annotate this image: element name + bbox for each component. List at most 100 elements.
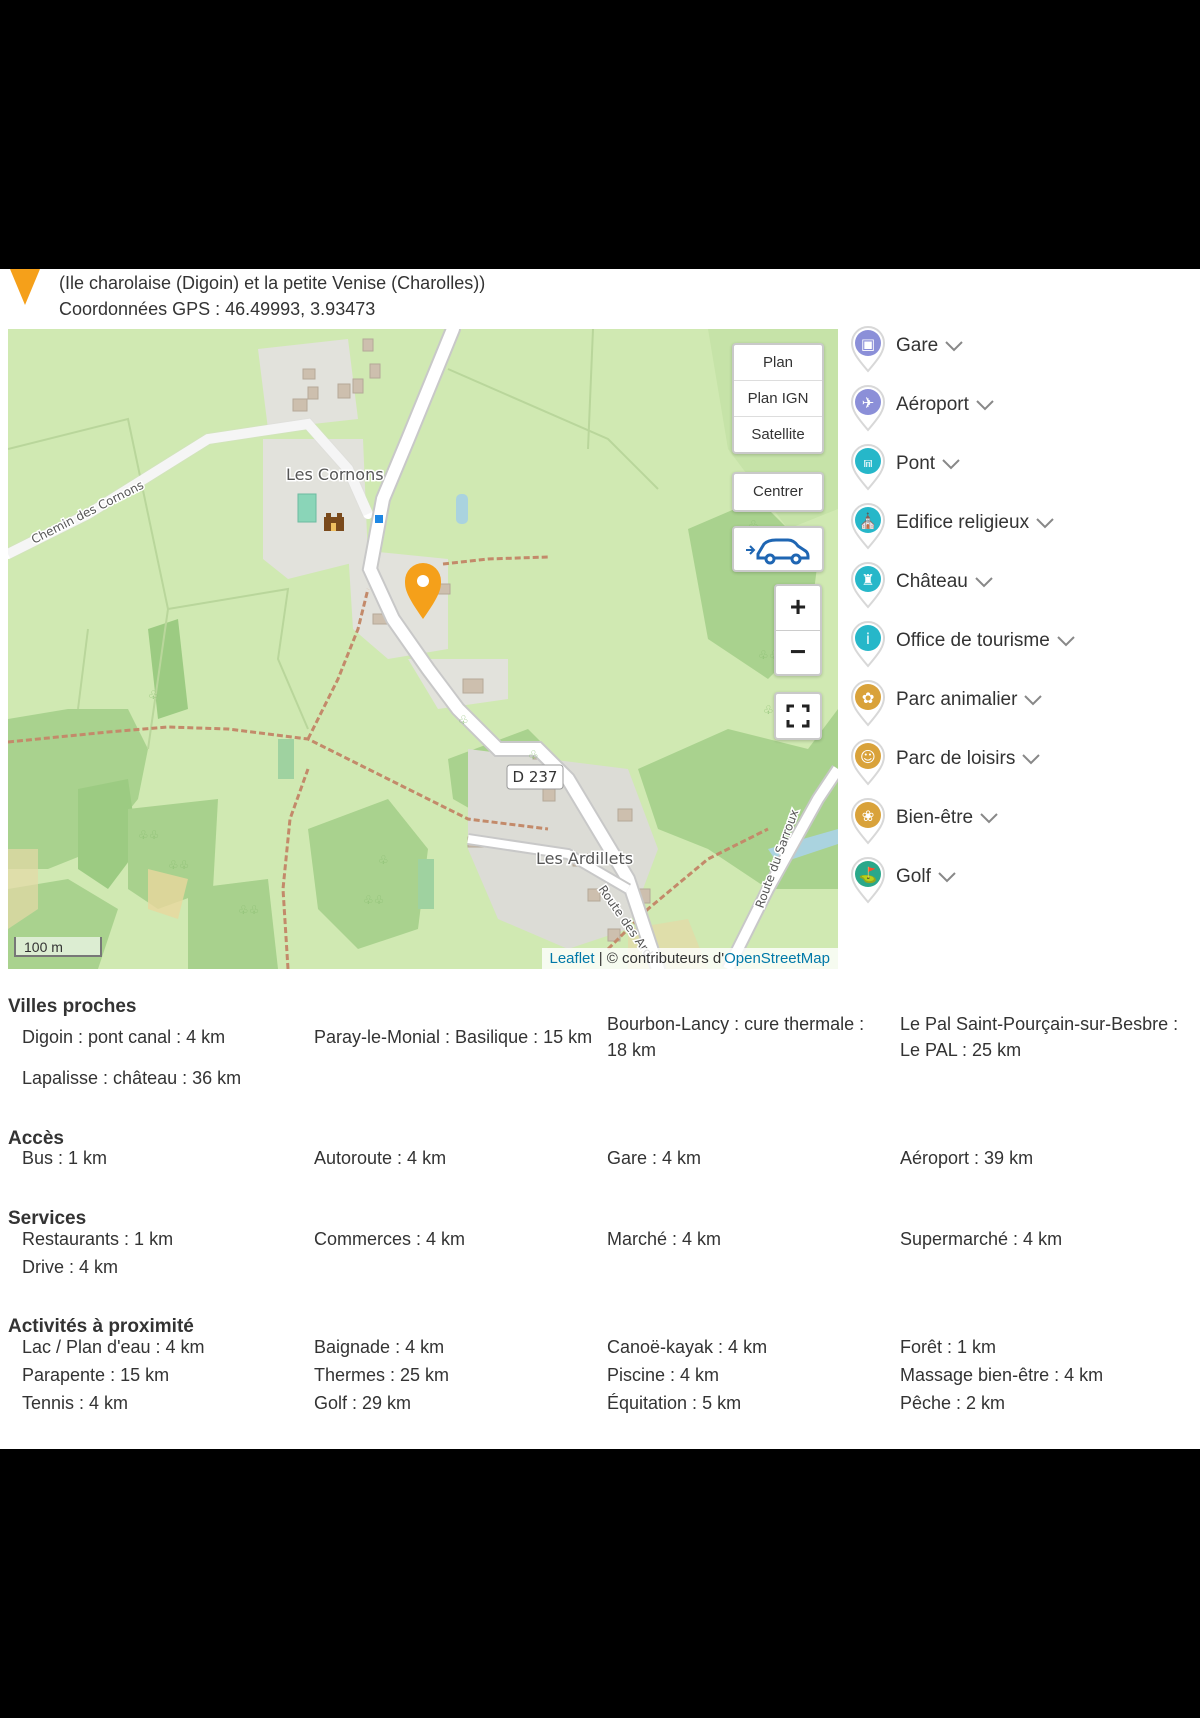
list-item: Digoin : pont canal : 4 km <box>22 1027 226 1047</box>
svg-text:♧♧: ♧♧ <box>238 903 260 917</box>
list-item: Le PAL : 25 km <box>900 1040 1022 1060</box>
ev-charging-button[interactable] <box>732 526 824 572</box>
list-item: Bourbon-Lancy : cure thermale : <box>607 1014 865 1034</box>
svg-text:✿: ✿ <box>862 689 875 707</box>
chevron-down-icon <box>1024 695 1043 706</box>
svg-text:♧♧: ♧♧ <box>138 828 160 842</box>
electric-car-icon <box>746 538 810 565</box>
svg-text:⩎: ⩎ <box>864 453 872 471</box>
zoom-control: + − <box>774 584 822 676</box>
map-tiles[interactable]: ♧♧♧♧♧♧ ♧♧♧♧ ♧♧♧♧ ♧♧ Les Cornons Les Ardi… <box>8 329 838 969</box>
list-item: Équitation : 5 km <box>607 1393 742 1413</box>
poi-category-7[interactable]: ☺ Parc de loisirs <box>850 738 1180 788</box>
gps-coordinates: Coordonnées GPS : 46.49993, 3.93473 <box>59 299 376 319</box>
list-item: Commerces : 4 km <box>314 1229 466 1249</box>
poi-category-5[interactable]: i Office de tourisme <box>850 620 1180 670</box>
road-shield-d237: D 237 <box>506 764 564 790</box>
fullscreen-button[interactable] <box>774 692 822 740</box>
svg-text:♧: ♧ <box>458 713 469 727</box>
poi-category-label: Office de tourisme <box>896 630 1050 651</box>
zoom-out-button[interactable]: − <box>776 631 820 675</box>
list-item: Bus : 1 km <box>22 1148 108 1168</box>
list-item: Autoroute : 4 km <box>314 1148 447 1168</box>
layer-satellite[interactable]: Satellite <box>734 417 822 452</box>
svg-text:♧♧: ♧♧ <box>363 893 385 907</box>
chevron-down-icon <box>980 813 998 824</box>
poi-category-1[interactable]: ✈ Aéroport <box>850 384 1180 434</box>
list-item: Pêche : 2 km <box>900 1393 1006 1413</box>
lotus-icon: ❀ <box>850 798 886 845</box>
svg-text:i: i <box>866 630 870 648</box>
address-block: (Ile charolaise (Digoin) et la petite Ve… <box>59 270 485 322</box>
list-item: Forêt : 1 km <box>900 1337 997 1357</box>
svg-text:☺: ☺ <box>860 748 876 766</box>
svg-text:♧: ♧ <box>148 688 159 702</box>
svg-text:✈: ✈ <box>862 394 875 412</box>
chevron-down-icon <box>1057 636 1075 647</box>
poi-category-2[interactable]: ⩎ Pont <box>850 443 1180 493</box>
layer-switcher: Plan Plan IGN Satellite <box>732 343 824 454</box>
svg-text:▣: ▣ <box>861 335 875 353</box>
chevron-down-icon <box>975 577 993 588</box>
poi-category-label: Golf <box>896 866 931 887</box>
svg-text:♧: ♧ <box>763 703 774 717</box>
fullscreen-icon <box>786 704 810 728</box>
list-item: Lapalisse : château : 36 km <box>22 1068 242 1088</box>
golf-icon: ⛳ <box>850 857 886 904</box>
zoom-in-button[interactable]: + <box>776 586 820 631</box>
smiley-icon: ☺ <box>850 739 886 786</box>
poi-category-4[interactable]: ♜ Château <box>850 561 1180 611</box>
poi-category-3[interactable]: ⛪ Edifice religieux <box>850 502 1180 552</box>
poi-category-label: Gare <box>896 335 939 356</box>
layer-plan[interactable]: Plan <box>734 345 822 381</box>
list-item: Drive : 4 km <box>22 1257 119 1277</box>
map-attribution: Leaflet | © contributeurs d'OpenStreetMa… <box>541 948 838 969</box>
list-item: Canoë-kayak : 4 km <box>607 1337 768 1357</box>
list-item: Restaurants : 1 km <box>22 1229 174 1249</box>
chevron-down-icon <box>1036 518 1054 529</box>
poi-category-label: Bien-être <box>896 807 974 828</box>
map-scale: 100 m <box>14 937 102 957</box>
poi-category-label: Parc de loisirs <box>896 748 1016 769</box>
svg-text:❀: ❀ <box>862 807 875 825</box>
center-button[interactable]: Centrer <box>732 472 824 512</box>
svg-text:♧: ♧ <box>378 853 389 867</box>
list-item: Paray-le-Monial : Basilique : 15 km <box>314 1027 593 1047</box>
leaflet-link[interactable]: Leaflet <box>550 950 595 967</box>
svg-text:⛪: ⛪ <box>859 511 878 530</box>
poi-category-9[interactable]: ⛳ Golf <box>850 856 1180 906</box>
info-icon: i <box>850 621 886 668</box>
list-item: Aéroport : 39 km <box>900 1148 1034 1168</box>
section-title-villes: Villes proches <box>8 996 137 1017</box>
poi-category-6[interactable]: ✿ Parc animalier <box>850 679 1180 729</box>
poi-category-8[interactable]: ❀ Bien-être <box>850 797 1180 847</box>
poi-category-0[interactable]: ▣ Gare <box>850 325 1180 375</box>
poi-category-label: Pont <box>896 453 936 474</box>
chevron-down-icon <box>1022 754 1041 765</box>
osm-link[interactable]: OpenStreetMap <box>724 950 830 967</box>
chevron-down-icon <box>938 872 956 883</box>
svg-text:♜: ♜ <box>861 571 874 589</box>
location-pin-icon <box>10 269 40 305</box>
poi-category-label: Château <box>896 571 968 592</box>
list-item: Supermarché : 4 km <box>900 1229 1063 1249</box>
layer-plan-ign[interactable]: Plan IGN <box>734 381 822 417</box>
poi-category-label: Edifice religieux <box>896 512 1030 533</box>
church-icon: ⛪ <box>850 503 886 550</box>
list-item: Parapente : 15 km <box>22 1365 170 1385</box>
poi-category-label: Parc animalier <box>896 689 1018 710</box>
list-item: Piscine : 4 km <box>607 1365 720 1385</box>
list-item: 18 km <box>607 1040 657 1060</box>
list-item: Lac / Plan d'eau : 4 km <box>22 1337 205 1357</box>
svg-text:♧: ♧ <box>528 748 539 762</box>
list-item: Baignade : 4 km <box>314 1337 445 1357</box>
castle-icon: ♜ <box>850 562 886 609</box>
paw-icon: ✿ <box>850 680 886 727</box>
svg-text:⛳: ⛳ <box>859 866 878 884</box>
svg-text:D 237: D 237 <box>513 768 558 786</box>
map[interactable]: ♧♧ ♧♧ ♧♧ ♧♧ ♧ ♧ ♧♧ ♧ ♧ ♧ ♧ Les Cornons Les Ardi… <box>8 329 838 969</box>
page-content: (Ile charolaise (Digoin) et la petite Ve… <box>0 269 1200 1449</box>
train-icon: ▣ <box>850 326 886 373</box>
place-label-ardillets: Les Ardillets <box>536 849 633 868</box>
poi-category-label: Aéroport <box>896 394 969 415</box>
